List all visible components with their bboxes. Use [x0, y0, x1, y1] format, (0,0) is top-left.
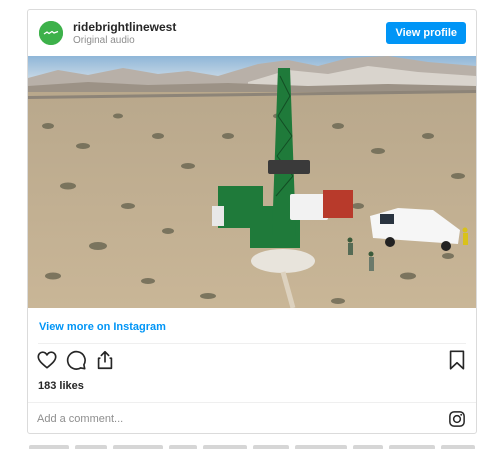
divider — [38, 343, 466, 344]
likes-count[interactable]: 183 likes — [38, 380, 84, 392]
post-header: ridebrightlinewest Original audio View p… — [28, 10, 476, 56]
view-profile-button[interactable]: View profile — [386, 22, 466, 44]
heart-icon[interactable] — [36, 349, 58, 376]
comment-icon[interactable] — [65, 349, 87, 376]
username[interactable]: ridebrightlinewest — [73, 20, 176, 34]
post-photo[interactable] — [28, 56, 476, 308]
action-bar — [36, 349, 468, 373]
comment-input[interactable] — [37, 411, 417, 427]
audio-subtitle[interactable]: Original audio — [73, 35, 135, 46]
cut-off-caption-text — [27, 438, 477, 449]
share-icon[interactable] — [94, 349, 116, 376]
avatar[interactable] — [39, 21, 63, 45]
instagram-embed: ridebrightlinewest Original audio View p… — [27, 9, 477, 434]
brightline-logo-icon — [39, 21, 63, 45]
bookmark-icon[interactable] — [446, 349, 468, 376]
view-more-link[interactable]: View more on Instagram — [39, 321, 166, 333]
drilling-site-image — [28, 56, 476, 308]
comment-bar — [28, 402, 476, 434]
instagram-icon[interactable] — [448, 410, 466, 433]
